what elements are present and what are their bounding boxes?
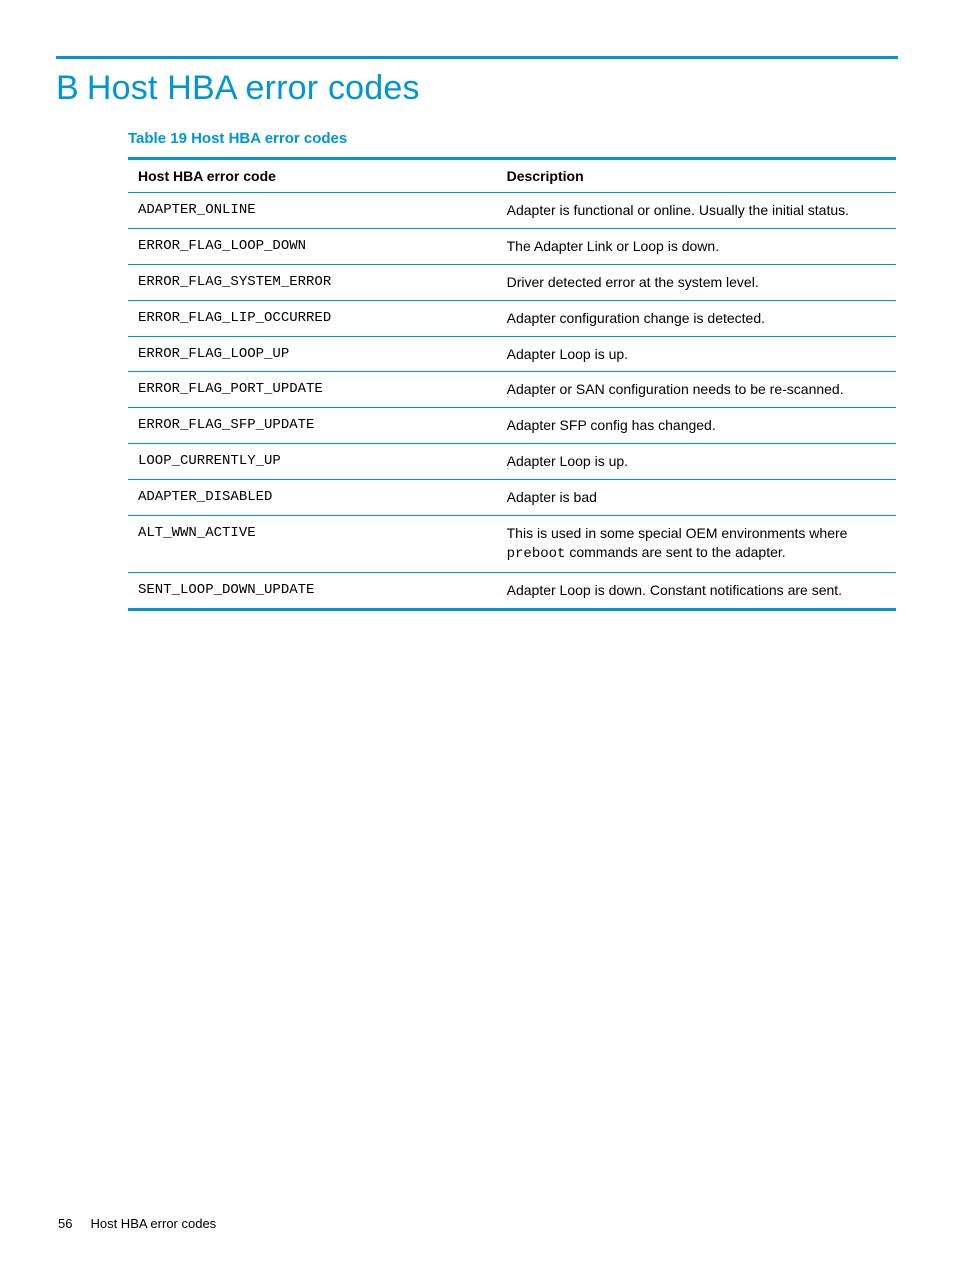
header-code: Host HBA error code bbox=[128, 159, 497, 193]
desc-cell: Adapter is functional or online. Usually… bbox=[497, 193, 896, 229]
code-cell: ERROR_FLAG_LOOP_DOWN bbox=[128, 228, 497, 264]
footer-page-number: 56 bbox=[58, 1216, 72, 1231]
table-row: ADAPTER_DISABLED Adapter is bad bbox=[128, 480, 896, 516]
code-cell: ERROR_FLAG_SFP_UPDATE bbox=[128, 408, 497, 444]
code-cell: SENT_LOOP_DOWN_UPDATE bbox=[128, 572, 497, 609]
code-cell: ERROR_FLAG_LIP_OCCURRED bbox=[128, 300, 497, 336]
desc-mono: preboot bbox=[507, 546, 566, 562]
desc-cell: Adapter is bad bbox=[497, 480, 896, 516]
desc-cell: Adapter Loop is down. Constant notificat… bbox=[497, 572, 896, 609]
page-footer: 56 Host HBA error codes bbox=[58, 1216, 216, 1231]
code-cell: ERROR_FLAG_LOOP_UP bbox=[128, 336, 497, 372]
desc-cell: Adapter Loop is up. bbox=[497, 336, 896, 372]
code-cell: LOOP_CURRENTLY_UP bbox=[128, 444, 497, 480]
code-cell: ADAPTER_ONLINE bbox=[128, 193, 497, 229]
table-row: ERROR_FLAG_LOOP_UP Adapter Loop is up. bbox=[128, 336, 896, 372]
desc-pre: This is used in some special OEM environ… bbox=[507, 525, 848, 541]
desc-cell: The Adapter Link or Loop is down. bbox=[497, 228, 896, 264]
desc-cell: Adapter Loop is up. bbox=[497, 444, 896, 480]
table-row: LOOP_CURRENTLY_UP Adapter Loop is up. bbox=[128, 444, 896, 480]
code-cell: ALT_WWN_ACTIVE bbox=[128, 516, 497, 573]
heading-text: Host HBA error codes bbox=[87, 69, 420, 107]
top-rule bbox=[56, 56, 898, 59]
table-row: ERROR_FLAG_PORT_UPDATE Adapter or SAN co… bbox=[128, 372, 896, 408]
page-title: BHost HBA error codes bbox=[56, 69, 898, 108]
table-row: SENT_LOOP_DOWN_UPDATE Adapter Loop is do… bbox=[128, 572, 896, 609]
table-row: ERROR_FLAG_LOOP_DOWN The Adapter Link or… bbox=[128, 228, 896, 264]
code-cell: ADAPTER_DISABLED bbox=[128, 480, 497, 516]
table-row: ERROR_FLAG_LIP_OCCURRED Adapter configur… bbox=[128, 300, 896, 336]
header-desc: Description bbox=[497, 159, 896, 193]
desc-post: commands are sent to the adapter. bbox=[565, 544, 785, 560]
table-header-row: Host HBA error code Description bbox=[128, 159, 896, 193]
table-row: ALT_WWN_ACTIVE This is used in some spec… bbox=[128, 516, 896, 573]
desc-cell: Driver detected error at the system leve… bbox=[497, 264, 896, 300]
error-codes-table: Host HBA error code Description ADAPTER_… bbox=[128, 157, 896, 611]
table-row: ADAPTER_ONLINE Adapter is functional or … bbox=[128, 193, 896, 229]
code-cell: ERROR_FLAG_PORT_UPDATE bbox=[128, 372, 497, 408]
desc-cell: Adapter SFP config has changed. bbox=[497, 408, 896, 444]
heading-letter: B bbox=[56, 69, 79, 107]
page-container: BHost HBA error codes Table 19 Host HBA … bbox=[0, 0, 954, 1271]
table-row: ERROR_FLAG_SFP_UPDATE Adapter SFP config… bbox=[128, 408, 896, 444]
desc-cell: This is used in some special OEM environ… bbox=[497, 516, 896, 573]
table-row: ERROR_FLAG_SYSTEM_ERROR Driver detected … bbox=[128, 264, 896, 300]
code-cell: ERROR_FLAG_SYSTEM_ERROR bbox=[128, 264, 497, 300]
desc-cell: Adapter or SAN configuration needs to be… bbox=[497, 372, 896, 408]
footer-section: Host HBA error codes bbox=[90, 1216, 216, 1231]
table-caption: Table 19 Host HBA error codes bbox=[128, 130, 896, 147]
content-block: Table 19 Host HBA error codes Host HBA e… bbox=[128, 130, 896, 611]
desc-cell: Adapter configuration change is detected… bbox=[497, 300, 896, 336]
